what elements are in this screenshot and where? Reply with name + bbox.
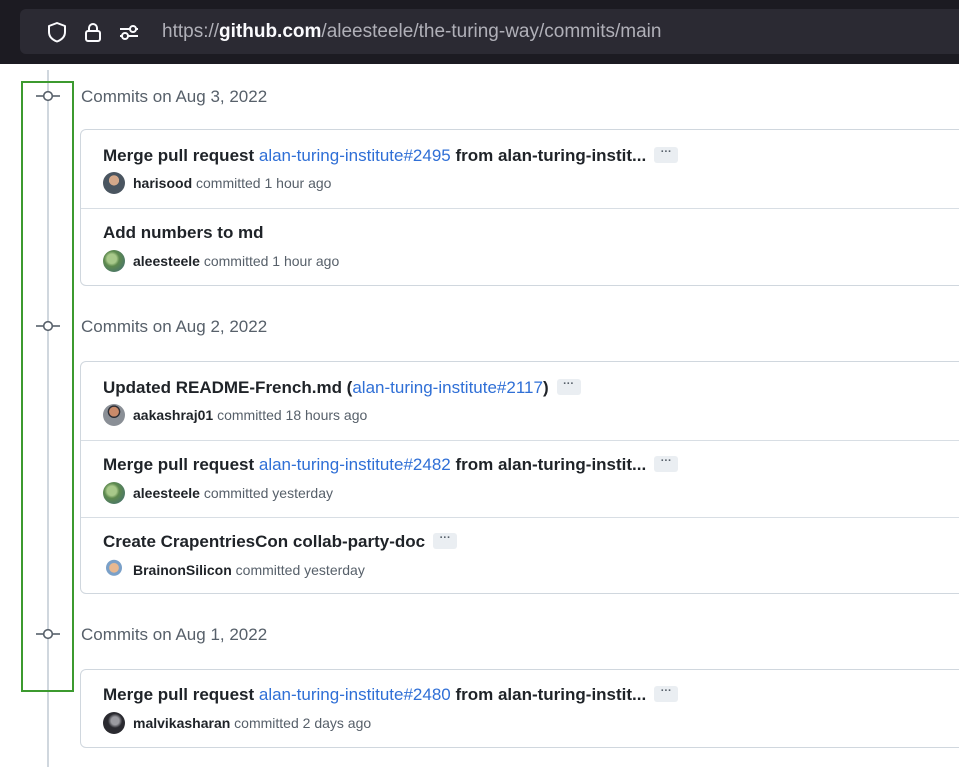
commit-row: Create CrapentriesCon collab-party-doc ··… bbox=[81, 517, 959, 594]
pr-link[interactable]: alan-turing-institute#2482 bbox=[259, 455, 451, 474]
lock-icon[interactable] bbox=[82, 21, 104, 43]
commit-title[interactable]: Merge pull request alan-turing-institute… bbox=[103, 454, 679, 476]
commit-title[interactable]: Merge pull request alan-turing-institute… bbox=[103, 145, 679, 167]
commit-row: Updated README-French.md (alan-turing-in… bbox=[81, 362, 959, 440]
commit-author[interactable]: harisood bbox=[133, 175, 192, 191]
url-text[interactable]: https://github.com/aleesteele/the-turing… bbox=[162, 21, 661, 43]
pr-link[interactable]: alan-turing-institute#2495 bbox=[259, 146, 451, 165]
commit-list: Merge pull request alan-turing-institute… bbox=[80, 129, 959, 286]
commit-row: Merge pull request alan-turing-institute… bbox=[81, 670, 959, 748]
shield-icon[interactable] bbox=[46, 21, 68, 43]
commit-author[interactable]: malvikasharan bbox=[133, 715, 230, 731]
pr-link[interactable]: alan-turing-institute#2480 bbox=[259, 685, 451, 704]
highlight-box bbox=[21, 81, 74, 692]
commit-row: Merge pull request alan-turing-institute… bbox=[81, 440, 959, 517]
avatar[interactable] bbox=[103, 250, 125, 273]
group-title: Commits on Aug 1, 2022 bbox=[81, 625, 268, 644]
commit-title[interactable]: Updated README-French.md (alan-turing-in… bbox=[103, 377, 581, 399]
avatar[interactable] bbox=[103, 712, 125, 735]
commit-author[interactable]: aleesteele bbox=[133, 253, 200, 269]
permissions-icon[interactable] bbox=[118, 21, 140, 43]
expand-message-button[interactable]: ··· bbox=[654, 455, 679, 472]
commit-title[interactable]: Merge pull request alan-turing-institute… bbox=[103, 684, 679, 706]
commit-row: Add numbers to md aleesteele committed 1… bbox=[81, 208, 959, 286]
pr-link[interactable]: alan-turing-institute#2117 bbox=[352, 378, 543, 397]
commit-author[interactable]: aakashraj01 bbox=[133, 407, 213, 423]
expand-message-button[interactable]: ··· bbox=[654, 146, 679, 163]
commit-row: Merge pull request alan-turing-institute… bbox=[81, 130, 959, 208]
commit-list: Merge pull request alan-turing-institute… bbox=[80, 669, 959, 748]
expand-message-button[interactable]: ··· bbox=[556, 378, 581, 395]
url-bar[interactable]: https://github.com/aleesteele/the-turing… bbox=[20, 9, 959, 54]
expand-message-button[interactable]: ··· bbox=[654, 685, 679, 702]
commit-meta: BrainonSilicon committed yesterday bbox=[103, 559, 365, 582]
url-host: github.com bbox=[219, 21, 322, 42]
commit-title[interactable]: Add numbers to md bbox=[103, 222, 264, 244]
commit-author[interactable]: aleesteele bbox=[133, 485, 200, 501]
commit-meta: malvikasharan committed 2 days ago bbox=[103, 712, 371, 735]
expand-message-button[interactable]: ··· bbox=[433, 532, 458, 549]
commit-author[interactable]: BrainonSilicon bbox=[133, 562, 232, 578]
commit-list: Updated README-French.md (alan-turing-in… bbox=[80, 361, 959, 594]
avatar[interactable] bbox=[103, 172, 125, 195]
avatar[interactable] bbox=[103, 404, 125, 427]
commit-title[interactable]: Create CrapentriesCon collab-party-doc ··… bbox=[103, 531, 458, 553]
group-title: Commits on Aug 3, 2022 bbox=[81, 87, 268, 106]
url-prefix: https:// bbox=[162, 21, 220, 42]
commit-meta: aleesteele committed 1 hour ago bbox=[103, 250, 339, 273]
avatar[interactable] bbox=[103, 559, 125, 582]
commit-meta: aleesteele committed yesterday bbox=[103, 482, 333, 505]
commit-meta: harisood committed 1 hour ago bbox=[103, 172, 331, 195]
url-path: /aleesteele/the-turing-way/commits/main bbox=[321, 21, 662, 42]
group-title: Commits on Aug 2, 2022 bbox=[81, 317, 268, 336]
commit-meta: aakashraj01 committed 18 hours ago bbox=[103, 404, 367, 427]
avatar[interactable] bbox=[103, 482, 125, 505]
browser-toolbar: https://github.com/aleesteele/the-turing… bbox=[0, 0, 959, 64]
